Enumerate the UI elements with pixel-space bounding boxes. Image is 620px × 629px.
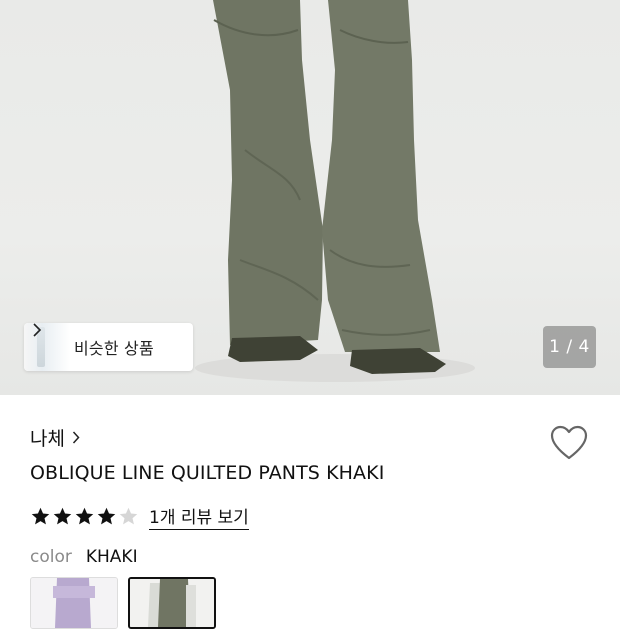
similar-products-button[interactable]: 비슷한 상품 bbox=[24, 323, 193, 371]
swatch-lavender[interactable] bbox=[30, 577, 118, 629]
swatch-khaki[interactable] bbox=[128, 577, 216, 629]
image-page-counter: 1 / 4 bbox=[543, 326, 596, 368]
chevron-right-icon bbox=[33, 323, 42, 337]
star-icon bbox=[53, 507, 72, 524]
star-rating bbox=[30, 506, 139, 527]
product-title: OBLIQUE LINE QUILTED PANTS KHAKI bbox=[30, 462, 385, 484]
reviews-link[interactable]: 1개 리뷰 보기 bbox=[149, 503, 249, 530]
heart-icon[interactable] bbox=[549, 424, 589, 462]
brand-name: 나체 bbox=[30, 427, 65, 450]
product-image-gallery[interactable]: 비슷한 상품 1 / 4 bbox=[0, 0, 620, 395]
brand-link[interactable]: 나체 bbox=[30, 425, 80, 450]
rating-row: 1개 리뷰 보기 bbox=[30, 503, 249, 530]
star-icon bbox=[97, 507, 116, 524]
similar-products-label: 비슷한 상품 bbox=[74, 339, 154, 358]
color-swatches bbox=[30, 577, 216, 629]
color-row: color KHAKI bbox=[30, 547, 138, 567]
color-value: KHAKI bbox=[85, 547, 138, 567]
color-label: color bbox=[30, 547, 72, 567]
similar-product-thumbnail bbox=[24, 323, 70, 371]
chevron-right-icon bbox=[72, 430, 80, 444]
star-icon bbox=[75, 507, 94, 524]
star-icon bbox=[31, 507, 50, 524]
star-icon bbox=[119, 507, 138, 524]
